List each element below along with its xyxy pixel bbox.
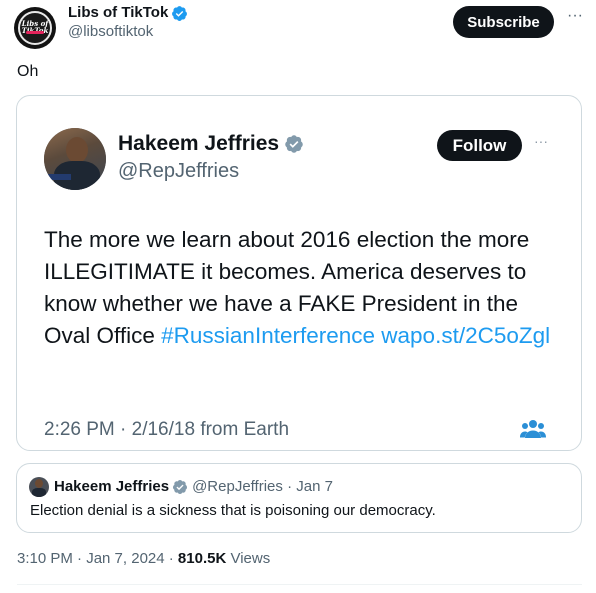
- views-label: Views: [226, 550, 271, 567]
- quoted-post-text: Election denial is a sickness that is po…: [30, 502, 436, 519]
- post-text: Oh: [17, 63, 39, 80]
- avatar-head: [66, 137, 88, 163]
- quoted-post-card[interactable]: Hakeem Jeffries @RepJeffries · Jan 7 Ele…: [16, 463, 582, 533]
- screenshot-author-block: Hakeem Jeffries @RepJeffries: [118, 132, 304, 185]
- author-handle[interactable]: @libsoftiktok: [68, 22, 188, 42]
- gray-verified-badge-icon: [173, 480, 188, 494]
- people-icon: [520, 420, 546, 438]
- post-footer: 3:10 PM · Jan 7, 2024 · 810.5K Views: [17, 549, 270, 569]
- views-count: 810.5K: [177, 550, 227, 567]
- subscribe-button[interactable]: Subscribe: [453, 6, 554, 38]
- follow-button: Follow: [437, 130, 522, 161]
- avatar-body: [32, 488, 46, 497]
- hashtag-link: #RussianInterference: [161, 323, 376, 348]
- divider: [17, 584, 582, 585]
- avatar-logo-accent: [26, 31, 44, 34]
- screenshot-author-name: Hakeem Jeffries: [118, 132, 280, 155]
- tweet-screenshot-card[interactable]: Hakeem Jeffries @RepJeffries Follow ··· …: [16, 95, 582, 451]
- verified-badge-icon: [172, 5, 188, 21]
- screenshot-author-avatar: [44, 128, 106, 190]
- screenshot-author-handle: @RepJeffries: [118, 160, 240, 182]
- screenshot-tweet-text: The more we learn about 2016 election th…: [44, 224, 564, 352]
- avatar-banner: [47, 174, 71, 180]
- more-options-icon[interactable]: ···: [566, 8, 584, 27]
- quoted-post-header: Hakeem Jeffries @RepJeffries · Jan 7: [54, 477, 333, 497]
- screenshot-more-icon: ···: [534, 133, 548, 149]
- author-avatar[interactable]: Libs of TikTok: [14, 7, 56, 49]
- post-header: Libs of TikTok Libs of TikTok @libsoftik…: [14, 4, 584, 49]
- url-link: wapo.st/​2C5oZgl: [381, 323, 551, 348]
- author-name[interactable]: Libs of TikTok: [68, 4, 168, 22]
- author-block: Libs of TikTok @libsoftiktok: [68, 4, 188, 42]
- quoted-author-name: Hakeem Jeffries: [54, 478, 170, 495]
- post-timestamp[interactable]: 3:10 PM · Jan 7, 2024 ·: [17, 550, 178, 567]
- screenshot-timestamp: 2:26 PM · 2/16/18 from Earth: [44, 419, 290, 440]
- avatar-head: [35, 479, 43, 488]
- quoted-author-avatar: [29, 477, 49, 497]
- quoted-handle-date: @RepJeffries · Jan 7: [192, 478, 333, 495]
- gray-verified-badge-icon: [285, 135, 303, 153]
